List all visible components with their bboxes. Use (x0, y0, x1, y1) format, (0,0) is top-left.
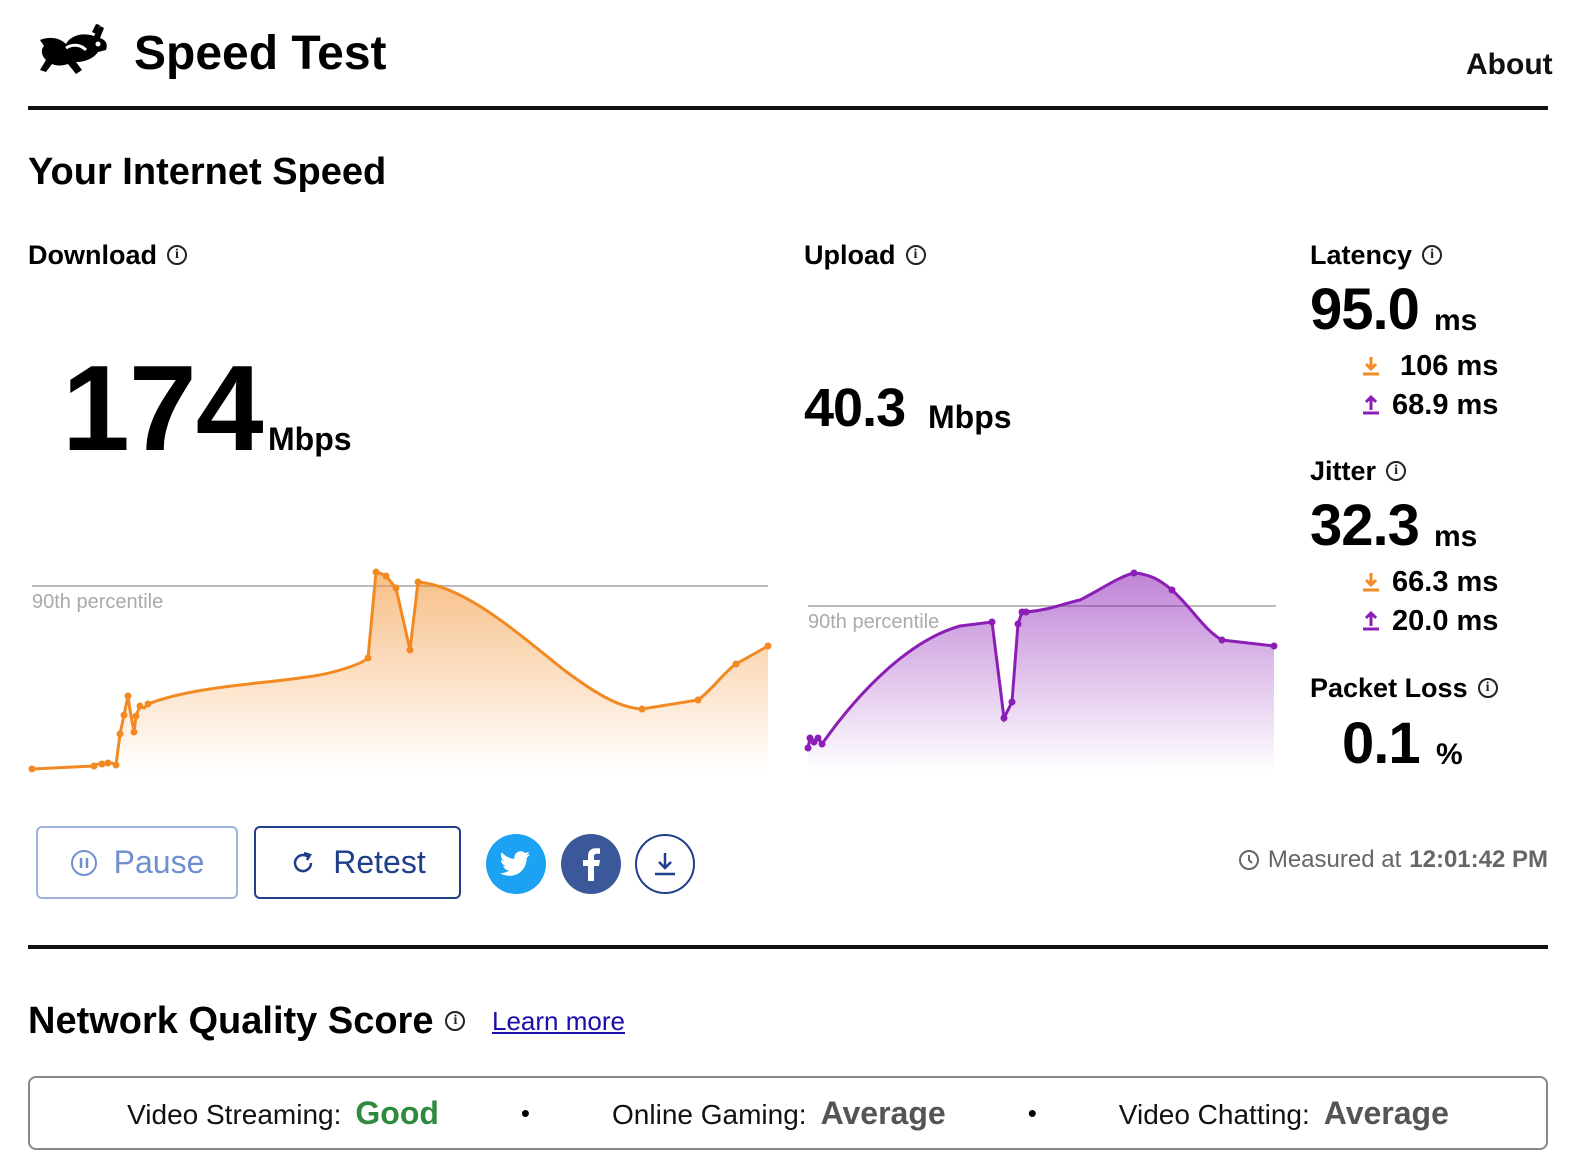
latency-info-icon[interactable]: i (1422, 245, 1443, 265)
jitter-download-row: 66.3 ms (1360, 565, 1498, 599)
clock-icon (1238, 850, 1259, 870)
upload-label: Upload i (804, 239, 926, 271)
quality-item-online-gaming: Online Gaming: Average (612, 1095, 946, 1132)
header-divider (28, 106, 1548, 110)
network-quality-info-icon[interactable]: i (445, 1011, 466, 1031)
quality-item-label: Online Gaming: (612, 1098, 807, 1130)
retest-button[interactable]: Retest (254, 826, 461, 899)
packet-loss-value: 0.1 (1342, 711, 1421, 776)
download-results-button[interactable] (635, 834, 695, 894)
jitter-info-icon[interactable]: i (1386, 461, 1407, 481)
network-quality-title-text: Network Quality Score (28, 1000, 434, 1042)
jitter-download-value: 66.3 ms (1392, 566, 1499, 598)
upload-speed-value: 40.3 (804, 378, 906, 438)
learn-more-link[interactable]: Learn more (492, 1004, 625, 1038)
quality-separator: • (1027, 1097, 1037, 1128)
network-quality-box: Video Streaming: Good • Online Gaming: A… (28, 1076, 1548, 1150)
measured-at-prefix: Measured at (1267, 846, 1402, 873)
latency-unit: ms (1434, 304, 1478, 337)
retest-button-label: Retest (333, 844, 426, 880)
network-quality-title: Network Quality Score i (28, 998, 466, 1044)
twitter-share-button[interactable] (486, 834, 546, 894)
quality-separator: • (520, 1097, 531, 1128)
jitter-label: Jitter i (1310, 455, 1407, 487)
download-percentile-label: 90th percentile (32, 591, 163, 613)
facebook-icon (583, 848, 600, 881)
rabbit-logo-icon (36, 22, 110, 76)
download-speed-value: 174 (62, 340, 264, 476)
latency-download-row: 106 ms (1360, 349, 1498, 383)
latency-label: Latency i (1310, 239, 1443, 271)
upload-area-fill (808, 573, 1274, 772)
upload-percentile-label: 90th percentile (808, 611, 939, 633)
quality-item-value: Average (820, 1094, 946, 1131)
latency-value: 95.0 (1310, 277, 1420, 342)
latency-upload-value: 68.9 ms (1392, 389, 1499, 421)
download-arrow-icon (1363, 573, 1379, 592)
jitter-unit: ms (1434, 520, 1478, 553)
quality-item-value: Average (1323, 1094, 1449, 1131)
quality-item-video-chatting: Video Chatting: Average (1119, 1095, 1449, 1132)
about-link[interactable]: About (1466, 48, 1553, 82)
upload-arrow-icon (1363, 394, 1379, 415)
jitter-label-text: Jitter (1310, 456, 1377, 486)
section-divider (28, 945, 1548, 949)
download-arrow-icon (1363, 357, 1379, 376)
quality-item-label: Video Streaming: (127, 1098, 342, 1130)
app-title: Speed Test (134, 27, 387, 80)
section-title: Your Internet Speed (28, 151, 387, 193)
packet-loss-info-icon[interactable]: i (1477, 678, 1498, 698)
upload-speed-unit: Mbps (928, 399, 1012, 435)
pause-icon (70, 849, 97, 876)
quality-item-value: Good (355, 1094, 439, 1131)
quality-item-video-streaming: Video Streaming: Good (127, 1095, 439, 1132)
pause-button-label: Pause (113, 844, 205, 880)
measured-at: Measured at 12:01:42 PM (1238, 846, 1548, 874)
download-label-text: Download (28, 240, 157, 270)
upload-label-text: Upload (804, 240, 896, 270)
download-speed-unit: Mbps (268, 421, 352, 457)
refresh-icon (294, 851, 313, 872)
latency-upload-row: 68.9 ms (1360, 388, 1498, 422)
measured-at-time: 12:01:42 PM (1409, 846, 1548, 873)
upload-arrow-icon (1363, 610, 1379, 631)
packet-loss-label: Packet Loss i (1310, 672, 1498, 704)
latency-download-value: 106 ms (1400, 350, 1499, 382)
pause-button[interactable]: Pause (36, 826, 238, 899)
jitter-value: 32.3 (1310, 493, 1420, 558)
download-info-icon[interactable]: i (167, 245, 187, 265)
latency-label-text: Latency (1310, 240, 1413, 270)
upload-info-icon[interactable]: i (905, 245, 926, 265)
twitter-icon (500, 851, 530, 876)
download-chart: 90th percentile (28, 568, 772, 773)
download-icon (655, 853, 675, 876)
packet-loss-unit: % (1436, 738, 1463, 771)
packet-loss-label-text: Packet Loss (1310, 673, 1468, 703)
quality-item-label: Video Chatting: (1118, 1098, 1310, 1130)
facebook-share-button[interactable] (561, 834, 621, 894)
download-label: Download i (28, 239, 187, 271)
upload-chart: 90th percentile (804, 569, 1278, 772)
jitter-upload-row: 20.0 ms (1360, 604, 1498, 638)
jitter-upload-value: 20.0 ms (1392, 605, 1499, 637)
